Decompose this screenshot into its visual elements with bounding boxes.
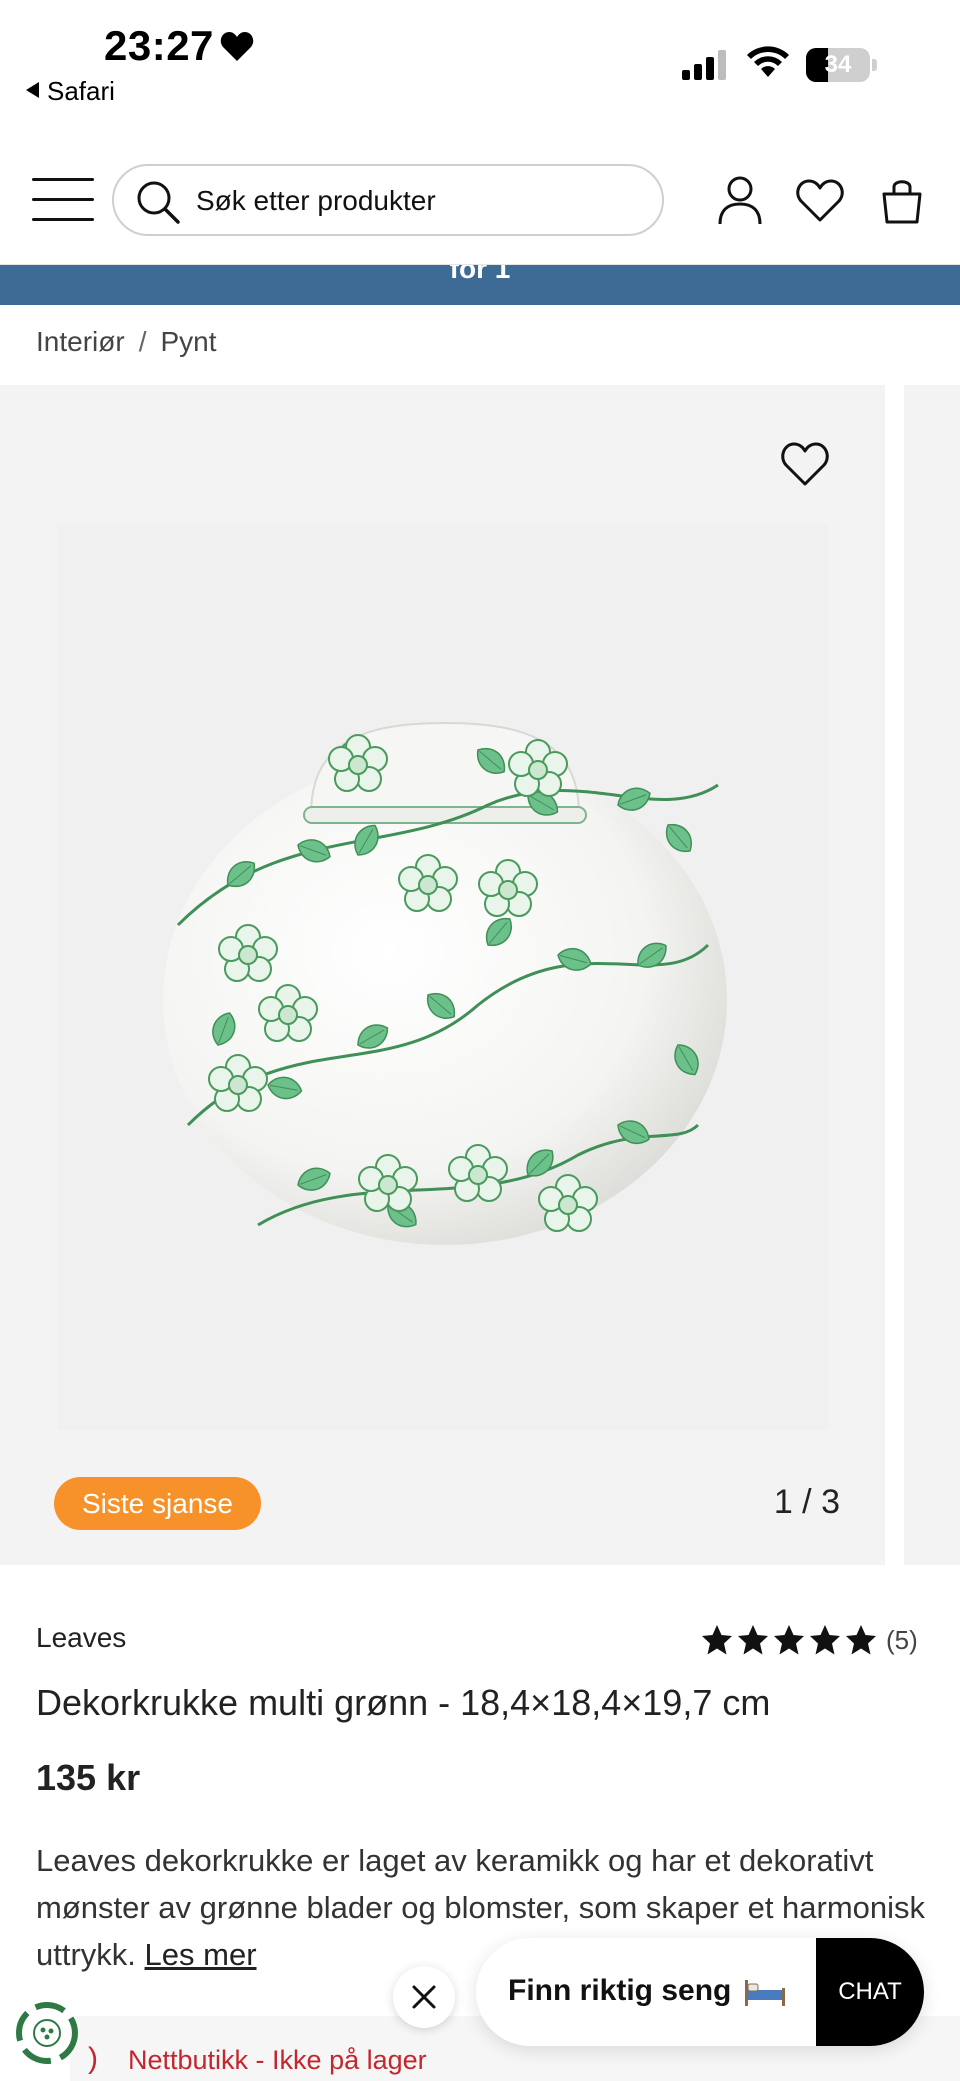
next-image-peek[interactable] (904, 385, 960, 1565)
favorite-heart-icon[interactable] (778, 440, 832, 488)
heart-icon[interactable] (794, 174, 846, 226)
stock-status-icon: ) (88, 2042, 98, 2075)
product-price: 135 kr (36, 1757, 141, 1798)
back-app-label: Safari (47, 76, 115, 106)
bed-icon (745, 1980, 785, 2006)
cart-icon[interactable] (876, 174, 928, 226)
rating-count: (5) (886, 1624, 918, 1655)
search-icon (137, 181, 180, 224)
status-time: 23:27 (104, 22, 214, 69)
eco-badge-icon[interactable] (14, 2000, 80, 2066)
rating[interactable]: (5) (700, 1620, 918, 1660)
last-chance-badge: Siste sjanse (54, 1477, 261, 1530)
rating-stars (700, 1623, 880, 1657)
site-header (0, 120, 960, 265)
star-icon (846, 1625, 876, 1655)
promo-banner[interactable]: for 1 (0, 265, 960, 305)
menu-icon[interactable] (32, 178, 94, 222)
star-icon (738, 1625, 768, 1655)
heart-status-icon (220, 32, 254, 61)
product-image[interactable] (58, 525, 828, 1430)
close-icon (412, 1985, 436, 2009)
breadcrumb-item-pynt[interactable]: Pynt (160, 326, 216, 357)
breadcrumb-item-interior[interactable]: Interiør (36, 326, 125, 357)
search-box[interactable] (112, 164, 664, 236)
breadcrumb: Interiør / Pynt (36, 326, 217, 358)
read-more-link[interactable]: Les mer (145, 1937, 257, 1972)
battery-level: 34 (824, 51, 852, 78)
star-icon (702, 1625, 732, 1655)
image-counter: 1 / 3 (773, 1483, 840, 1521)
stock-status-text: Nettbutikk - Ikke på lager (128, 2045, 427, 2075)
breadcrumb-separator: / (138, 326, 147, 357)
chat-prompt-text[interactable]: Finn riktig seng (508, 1974, 731, 2008)
user-icon[interactable] (714, 174, 766, 226)
wifi-icon (747, 46, 789, 77)
star-icon (810, 1625, 840, 1655)
status-bar: 23:27 Safari 34 (0, 0, 960, 120)
chat-widget[interactable]: Finn riktig seng CHAT (476, 1938, 924, 2046)
back-to-safari-link[interactable]: Safari (26, 76, 115, 107)
promo-text: for 1 (449, 265, 511, 284)
chat-button[interactable]: CHAT (816, 1938, 924, 2046)
close-chat-prompt-button[interactable] (393, 1966, 455, 2028)
product-gallery[interactable]: Siste sjanse 1 / 3 (0, 385, 885, 1565)
product-title: Dekorkrukke multi grønn - 18,4×18,4×19,7… (36, 1682, 771, 1723)
back-arrow-icon (26, 82, 39, 98)
brand-name[interactable]: Leaves (36, 1622, 126, 1654)
search-input[interactable] (196, 178, 636, 224)
cellular-signal-icon (682, 50, 726, 80)
battery-icon: 34 (806, 48, 878, 82)
star-icon (774, 1625, 804, 1655)
ceramic-jar-illustration (163, 721, 727, 1245)
